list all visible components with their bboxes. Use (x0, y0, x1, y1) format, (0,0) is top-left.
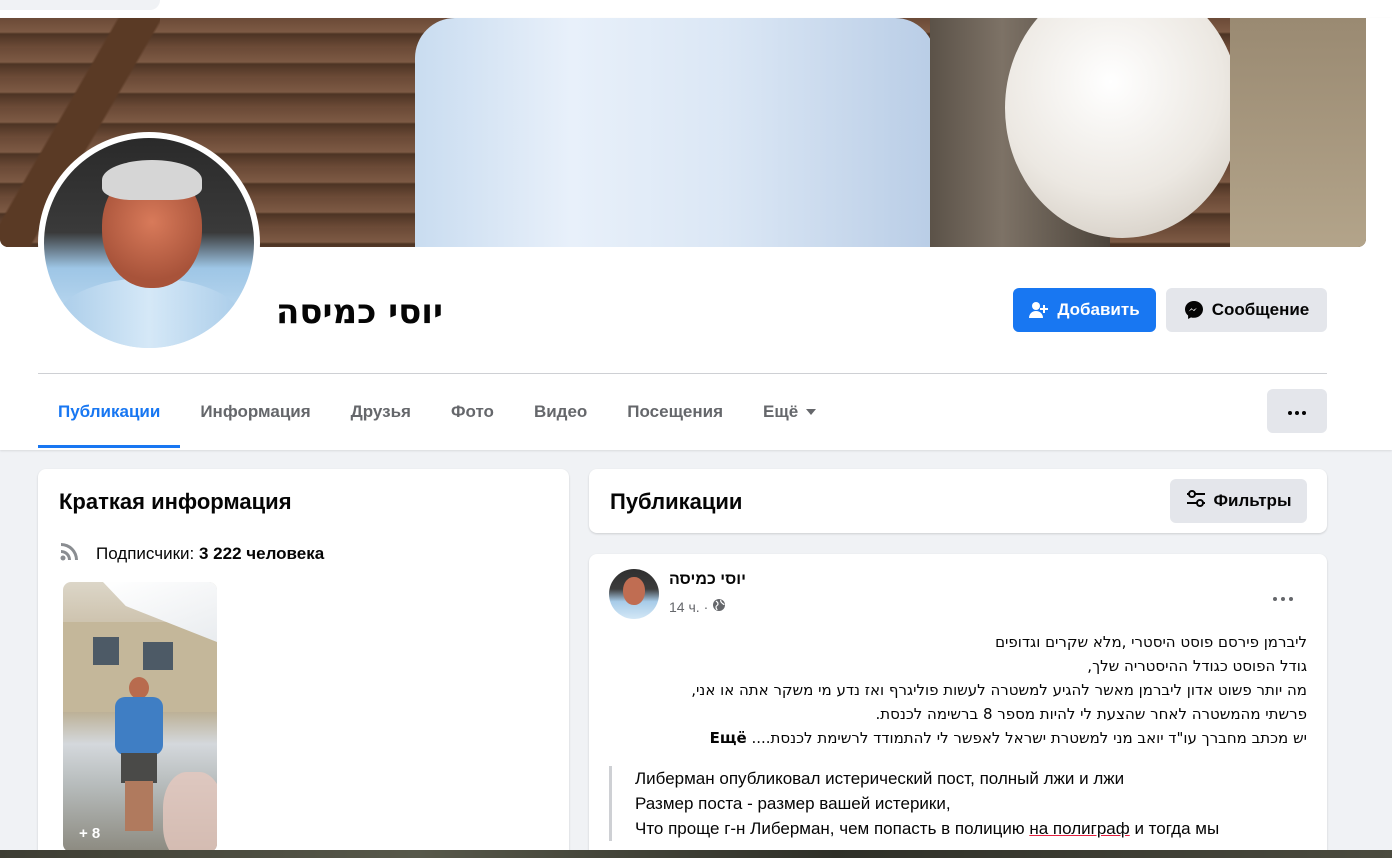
sliders-icon (1186, 489, 1206, 513)
ellipsis-icon (1273, 588, 1293, 606)
see-more-link[interactable]: Ещё (710, 729, 747, 747)
post-avatar-face (623, 577, 645, 605)
filters-button[interactable]: Фильтры (1170, 479, 1307, 523)
post-author-name[interactable]: יוסי כמיסה (669, 571, 746, 589)
search-bar-remnant[interactable] (0, 0, 160, 10)
add-friend-button[interactable]: Добавить (1013, 288, 1156, 332)
translation-line: Либерман опубликовал истерический пост, … (635, 769, 1125, 788)
tab-check-ins[interactable]: Посещения (607, 377, 743, 447)
photo-person-legs (125, 781, 153, 831)
messenger-icon (1184, 300, 1204, 320)
post-line: מה יותר פשוט אדון ליברמן מאשר להגיע למשט… (691, 681, 1307, 699)
filters-label: Фильтры (1213, 491, 1292, 510)
post-line: יש מכתב מחברך עו"ד יואב מני למשטרת ישראל… (751, 729, 1307, 747)
post-time[interactable]: 14 ч. (669, 599, 700, 615)
top-navigation-bar (0, 0, 1392, 18)
taskbar-edge (0, 850, 1392, 858)
photo-person (111, 677, 167, 837)
tab-friends-label: Друзья (350, 402, 411, 421)
translation-line: Что проще г-н Либерман, чем попасть в по… (635, 819, 1025, 838)
translation-block: Либерман опубликовал истерический пост, … (609, 766, 1307, 841)
intro-card: Краткая информация Подписчики: 3 222 чел… (38, 469, 569, 858)
photo-person-head (129, 677, 149, 699)
message-label: Сообщение (1211, 300, 1310, 319)
followers-count[interactable]: 3 222 человека (199, 544, 324, 563)
profile-avatar[interactable] (44, 138, 254, 348)
tab-posts[interactable]: Публикации (38, 377, 181, 448)
post-line-last: יש מכתב מחברך עו"ד יואב מני למשטרת ישראל… (609, 726, 1307, 750)
avatar-body (54, 278, 244, 348)
post-body: ליברמן פירסם פוסט היסטרי ,מלא שקרים וגדו… (609, 630, 1307, 750)
profile-name: יוסי כמיסה (276, 292, 443, 332)
posts-title: Публикации (610, 489, 743, 514)
post-line: גודל הפוסט כגודל ההיסטריה שלך, (1087, 657, 1307, 675)
message-button[interactable]: Сообщение (1166, 288, 1327, 332)
photo-person-shirt (115, 697, 163, 755)
profile-more-button[interactable] (1267, 389, 1327, 433)
rss-icon (58, 539, 82, 568)
translation-line-end: и тогда мы (1134, 819, 1220, 838)
profile-tabs: Публикации Информация Друзья Фото Видео … (38, 377, 836, 449)
add-friend-label: Добавить (1057, 300, 1140, 319)
tab-videos-label: Видео (533, 402, 588, 421)
header-divider (38, 373, 1327, 374)
tab-more-label: Ещё (763, 402, 799, 421)
post-line: פרשתי מהמשטרה לאחר שהצעת לי להיות מספר 8… (875, 705, 1307, 723)
ellipsis-icon (1288, 402, 1306, 420)
meta-separator: · (703, 598, 709, 615)
tab-photos[interactable]: Фото (431, 377, 514, 447)
photo-person-shorts (121, 753, 157, 783)
tab-videos[interactable]: Видео (514, 377, 607, 447)
tab-posts-label: Публикации (58, 402, 161, 421)
post-line: ליברמן פירסם פוסט היסטרי ,מלא שקרים וגדו… (995, 633, 1307, 651)
translation-line-3: Что проще г-н Либерман, чем попасть в по… (635, 816, 1307, 841)
featured-photo[interactable]: + 8 (63, 582, 217, 852)
tab-about-label: Информация (200, 402, 311, 421)
photo-finger (163, 772, 217, 852)
tab-more[interactable]: Ещё (743, 377, 836, 447)
globe-icon (712, 598, 726, 615)
posts-header-card: Публикации Фильтры (589, 469, 1327, 533)
tab-friends[interactable]: Друзья (331, 377, 431, 447)
photo-window (93, 637, 119, 665)
tab-about[interactable]: Информация (180, 377, 330, 447)
post-author-avatar[interactable] (609, 569, 659, 619)
post-options-button[interactable] (1265, 579, 1301, 615)
person-plus-icon (1029, 301, 1049, 319)
followers-row: Подписчики: 3 222 человека (58, 539, 324, 568)
post-card: יוסי כמיסה 14 ч. · ליברמן פירסם פוסט היס… (589, 554, 1327, 858)
tab-photos-label: Фото (450, 402, 494, 421)
avatar-hair (102, 160, 202, 200)
intro-title: Краткая информация (59, 489, 292, 514)
cover-right (1230, 18, 1366, 247)
followers-label: Подписчики: (96, 543, 195, 563)
spellcheck-underline: на полиграф (1029, 819, 1130, 838)
cover-shirt (415, 18, 935, 247)
translation-line: Размер поста - размер вашей истерики, (635, 794, 951, 813)
post-meta: 14 ч. · (669, 598, 726, 615)
tab-check-ins-label: Посещения (627, 402, 724, 421)
caret-down-icon (806, 409, 817, 415)
photo-window (143, 642, 173, 670)
featured-more-count: + 8 (79, 825, 101, 842)
